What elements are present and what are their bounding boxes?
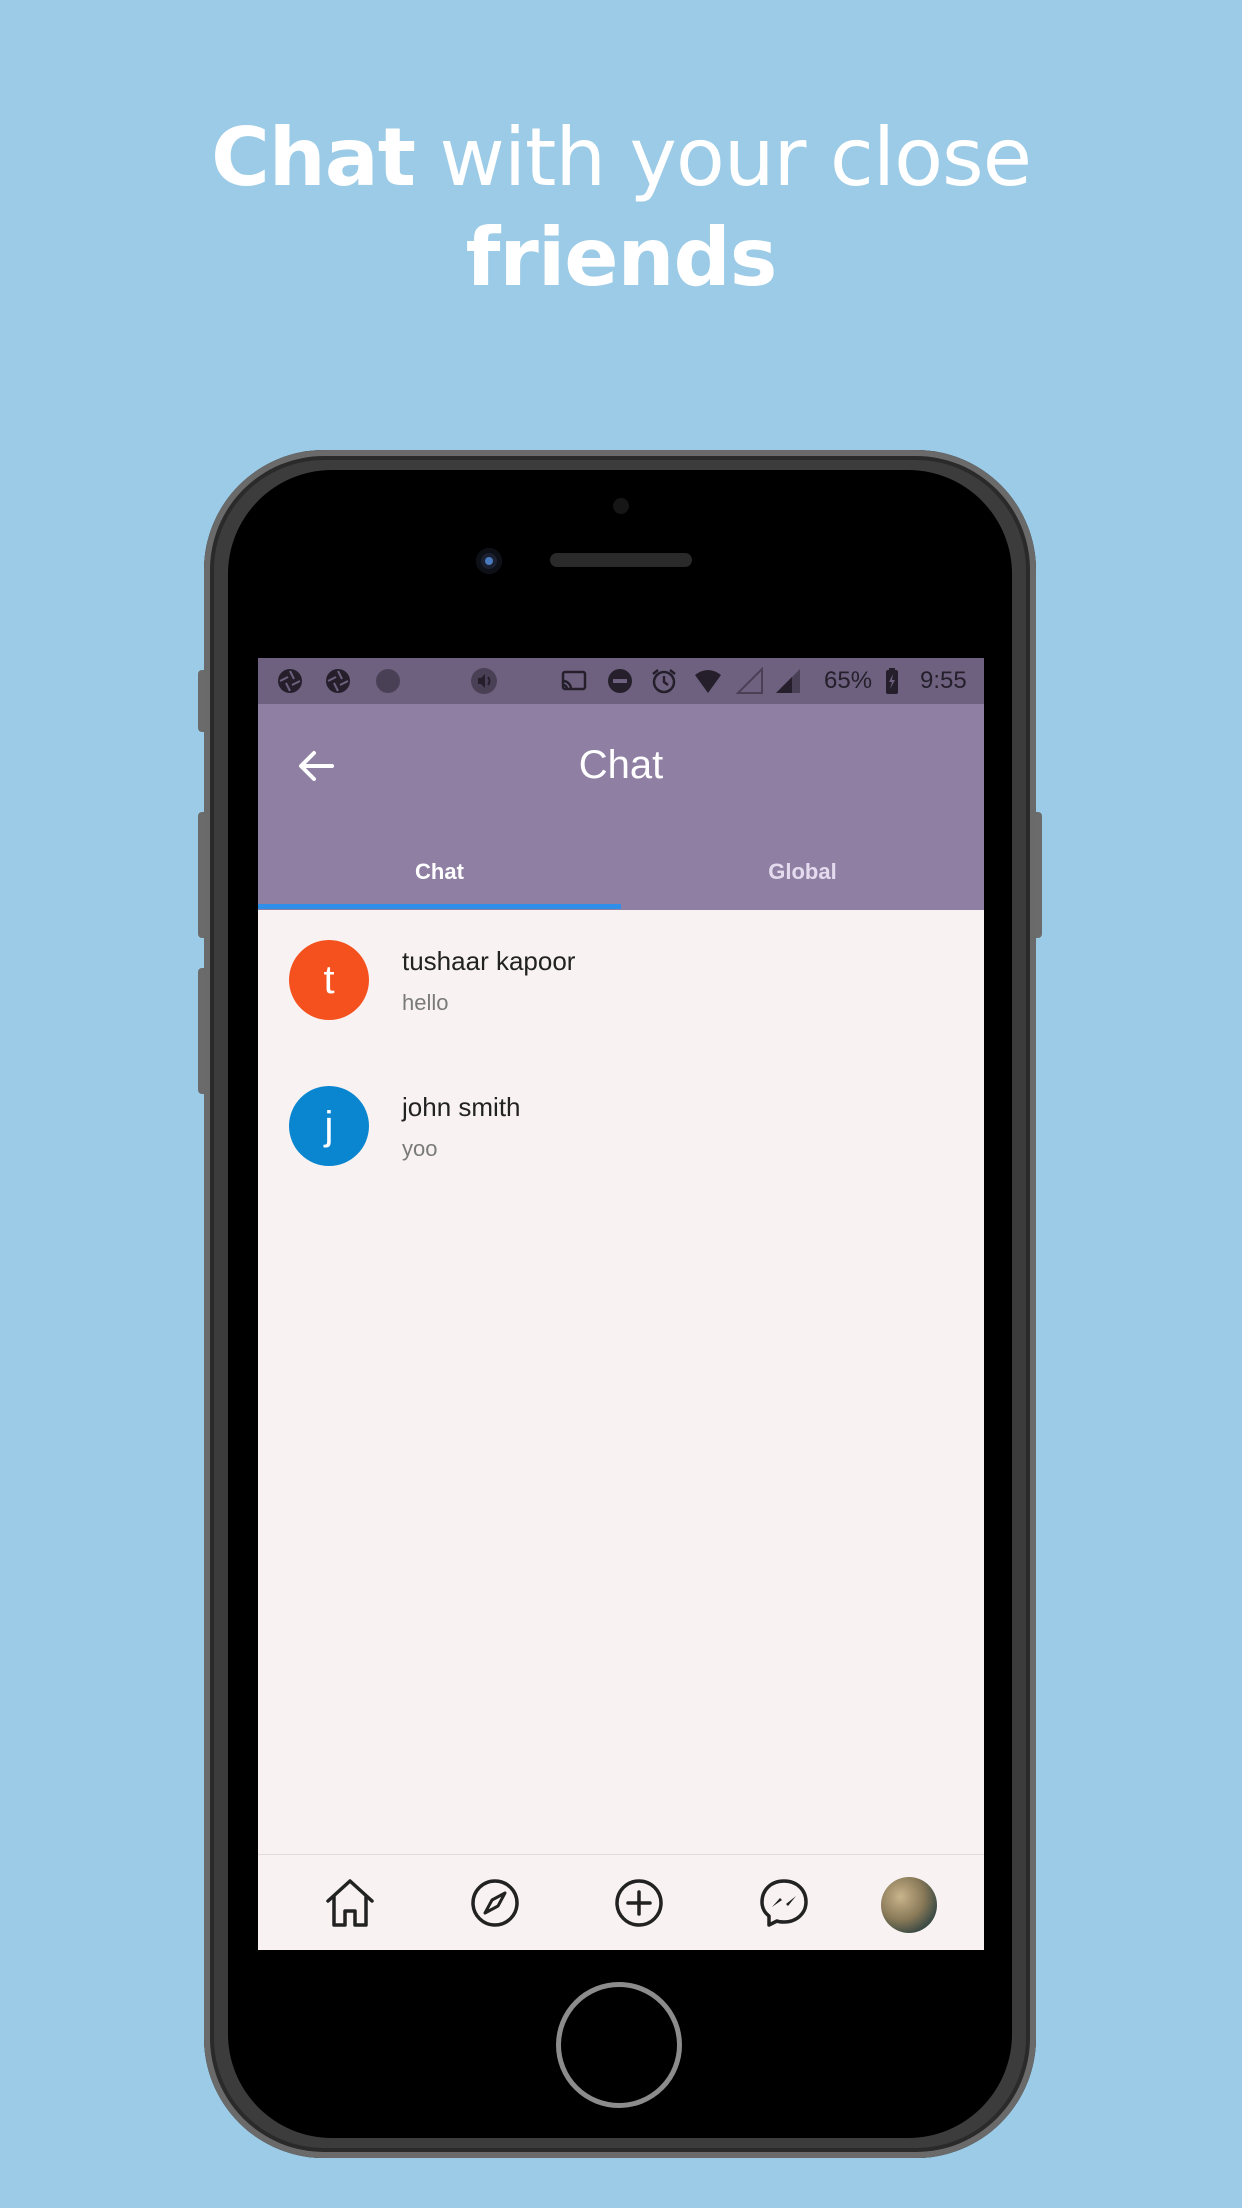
wifi-icon <box>695 670 721 693</box>
chat-name: tushaar kapoor <box>402 946 576 976</box>
app-bar: Chat Chat Global <box>258 704 984 910</box>
aperture-icon <box>326 669 350 693</box>
headline-text: with your close <box>414 111 1032 204</box>
phone-sensor <box>613 498 629 514</box>
signal-empty-icon <box>736 667 763 694</box>
marketing-headline: Chat with your close friends <box>0 108 1242 308</box>
volume-icon <box>471 668 497 694</box>
avatar: t <box>289 940 369 1020</box>
avatar: j <box>289 1086 369 1166</box>
chat-list-item[interactable]: j john smith yoo <box>258 1056 984 1202</box>
chat-last-message: hello <box>402 990 449 1015</box>
profile-avatar[interactable] <box>881 1877 937 1933</box>
headline-line-2: friends <box>0 208 1242 308</box>
page-title: Chat <box>578 743 664 787</box>
cast-icon <box>561 670 587 691</box>
battery-percent: 65% <box>824 667 873 694</box>
headline-bold-word: Chat <box>211 111 416 204</box>
compass-icon[interactable] <box>467 1875 523 1931</box>
phone-speaker <box>550 553 692 567</box>
home-icon[interactable] <box>322 1875 378 1931</box>
add-circle-icon[interactable] <box>611 1875 667 1931</box>
chat-name: john smith <box>402 1092 521 1122</box>
headline-bold-word-2: friends <box>465 211 778 304</box>
circle-icon <box>376 669 400 693</box>
status-time: 9:55 <box>920 667 967 694</box>
messenger-icon[interactable] <box>756 1875 812 1931</box>
status-bar: 65% 9:55 <box>258 658 984 704</box>
headline-line-1: Chat with your close <box>0 108 1242 208</box>
tab-chat[interactable]: Chat <box>258 840 621 904</box>
do-not-disturb-icon <box>608 669 632 693</box>
aperture-icon <box>278 669 302 693</box>
bottom-navigation <box>258 1854 984 1950</box>
alarm-icon <box>652 669 676 694</box>
app-screen: 65% 9:55 Chat Chat Global t tushaar kapo… <box>258 658 984 1950</box>
chat-list-item[interactable]: t tushaar kapoor hello <box>258 910 984 1056</box>
battery-charging-icon <box>886 668 898 694</box>
phone-home-button <box>556 1982 682 2108</box>
phone-camera <box>476 548 502 574</box>
tab-indicator <box>258 904 621 909</box>
signal-icon <box>776 669 800 693</box>
tab-global[interactable]: Global <box>621 840 984 904</box>
chat-last-message: yoo <box>402 1136 438 1161</box>
